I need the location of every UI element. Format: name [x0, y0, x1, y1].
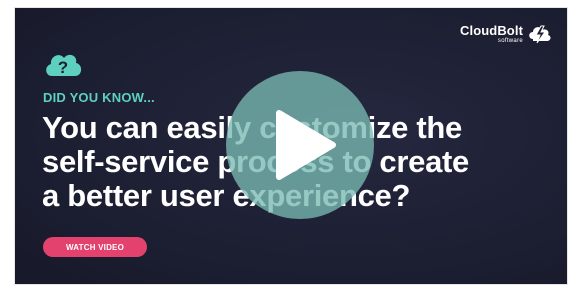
svg-text:?: ? — [58, 58, 68, 77]
brand-tagline: software — [497, 38, 523, 44]
brand-name: CloudBolt — [460, 23, 523, 38]
watch-video-button[interactable]: WATCH VIDEO — [43, 237, 147, 257]
question-cloud-icon: ? — [46, 54, 82, 77]
eyebrow-label: DID YOU KNOW... — [43, 90, 155, 105]
play-button[interactable] — [226, 71, 374, 219]
video-thumbnail[interactable]: CloudBolt software ? DID YOU KNOW... You… — [15, 8, 567, 284]
brand-logo: CloudBolt software — [460, 24, 553, 44]
play-icon — [276, 110, 336, 180]
cloudbolt-logo-icon — [529, 25, 551, 44]
